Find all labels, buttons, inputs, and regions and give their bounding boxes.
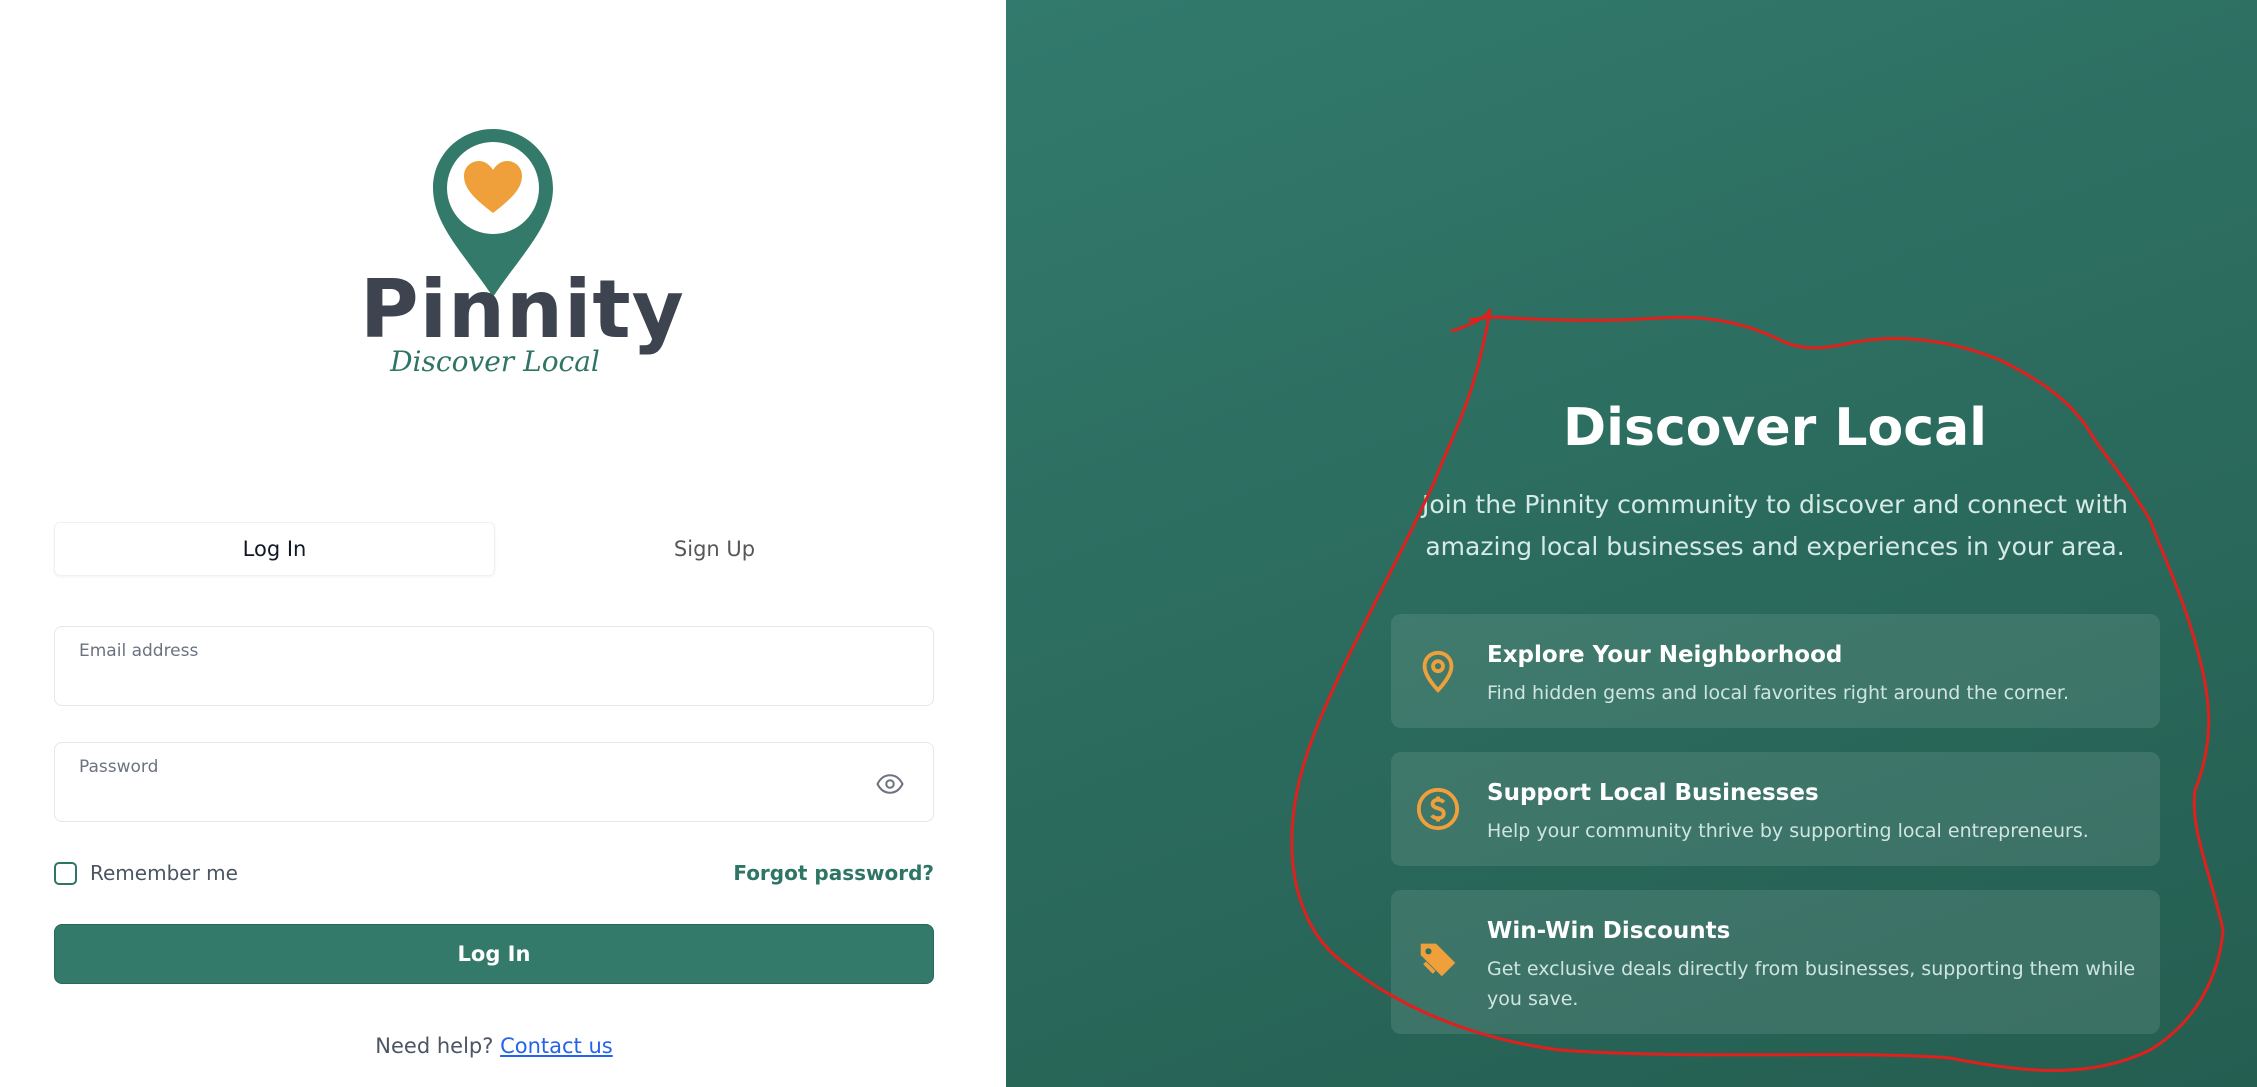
feature-description: Get exclusive deals directly from busine… <box>1487 958 2136 1010</box>
feature-card-support: Support Local Businesses Help your commu… <box>1391 752 2160 866</box>
feature-description: Help your community thrive by supporting… <box>1487 820 2089 842</box>
feature-card-explore: Explore Your Neighborhood Find hidden ge… <box>1391 614 2160 728</box>
log-in-button[interactable]: Log In <box>54 924 934 984</box>
help-text: Need help? Contact us <box>0 1034 988 1058</box>
promo-subtitle: Join the Pinnity community to discover a… <box>1422 490 2128 561</box>
contact-us-link[interactable]: Contact us <box>500 1034 613 1058</box>
feature-title: Win-Win Discounts <box>1487 918 1731 944</box>
tab-sign-up[interactable]: Sign Up <box>495 522 934 576</box>
tag-icon <box>1420 943 1456 977</box>
auth-tabs: Log In Sign Up <box>54 522 934 576</box>
tab-log-in[interactable]: Log In <box>54 522 495 576</box>
promo-title: Discover Local <box>1563 398 1987 458</box>
remember-me[interactable]: Remember me <box>54 861 238 885</box>
brand-tagline: Discover Local <box>390 345 600 378</box>
email-label: Email address <box>79 641 199 661</box>
password-label: Password <box>79 757 159 777</box>
remember-me-label: Remember me <box>90 861 238 885</box>
dollar-coin-icon <box>1416 787 1460 831</box>
map-pin-icon <box>1422 650 1454 693</box>
feature-card-discounts: Win-Win Discounts Get exclusive deals di… <box>1391 890 2160 1034</box>
email-input[interactable] <box>79 667 879 697</box>
password-input[interactable] <box>79 783 879 813</box>
forgot-password-link[interactable]: Forgot password? <box>733 861 934 885</box>
brand-name: Pinnity <box>360 263 685 356</box>
login-panel: Pinnity Discover Local Log In Sign Up Em… <box>0 0 1006 1087</box>
help-prefix: Need help? <box>375 1034 494 1058</box>
email-field[interactable]: Email address <box>54 626 934 706</box>
feature-description: Find hidden gems and local favorites rig… <box>1487 682 2069 704</box>
feature-title: Explore Your Neighborhood <box>1487 642 1843 668</box>
show-password-eye-icon[interactable] <box>875 769 905 799</box>
remember-me-checkbox[interactable] <box>54 861 77 885</box>
password-field[interactable]: Password <box>54 742 934 822</box>
feature-title: Support Local Businesses <box>1487 780 1819 806</box>
